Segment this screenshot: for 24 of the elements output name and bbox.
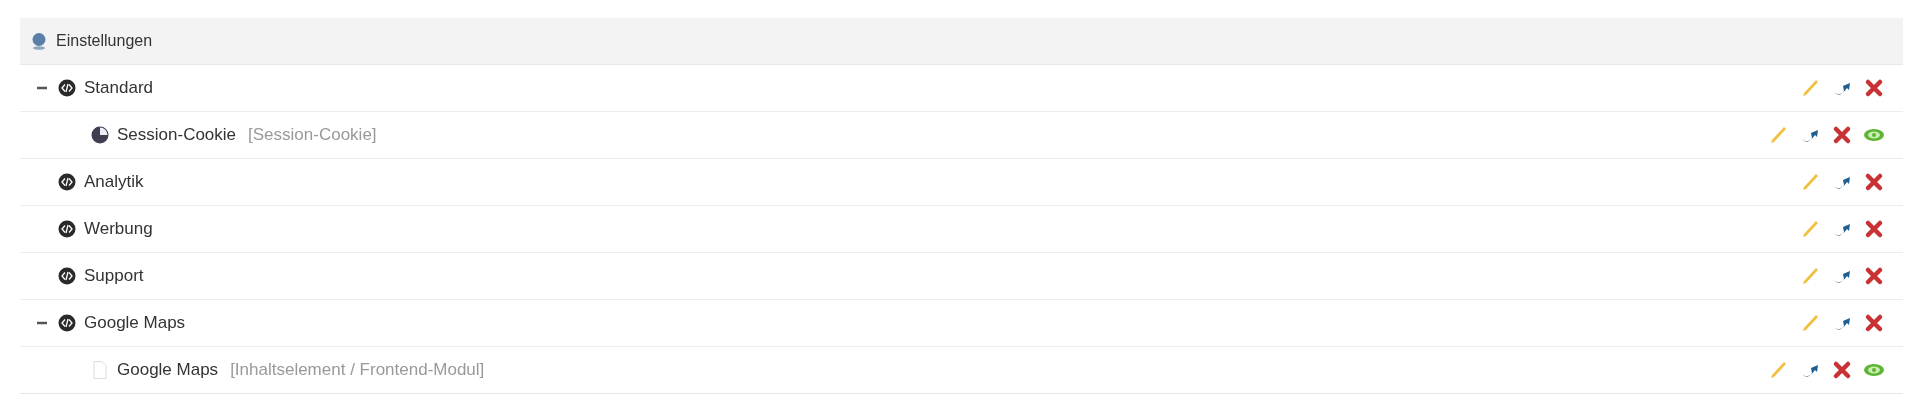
header-title: Einstellungen: [56, 32, 153, 50]
item-type: [Inhaltselement / Frontend-Modul]: [230, 360, 485, 380]
delete-icon[interactable]: [1863, 312, 1885, 334]
tree-item-label[interactable]: Support: [84, 266, 144, 286]
tree-item-label[interactable]: Google Maps: [84, 313, 186, 333]
tree-item-label[interactable]: Session-Cookie: [117, 125, 237, 145]
code-icon: [58, 79, 76, 97]
tree-item-label[interactable]: Google Maps: [117, 360, 219, 380]
code-icon: [58, 267, 76, 285]
user-icon: [30, 32, 48, 50]
delete-icon[interactable]: [1863, 77, 1885, 99]
code-icon: [58, 314, 76, 332]
page-icon: [91, 361, 109, 379]
delete-icon[interactable]: [1863, 171, 1885, 193]
code-icon: [58, 173, 76, 191]
tree-item-label[interactable]: Standard: [84, 78, 153, 98]
delete-icon[interactable]: [1831, 359, 1853, 381]
code-icon: [58, 220, 76, 238]
tree-item-label[interactable]: Analytik: [84, 172, 144, 192]
delete-icon[interactable]: [1863, 265, 1885, 287]
delete-icon[interactable]: [1831, 124, 1853, 146]
delete-icon[interactable]: [1863, 218, 1885, 240]
tree-item-label[interactable]: Werbung: [84, 219, 153, 239]
item-type: [Session-Cookie]: [248, 125, 377, 145]
